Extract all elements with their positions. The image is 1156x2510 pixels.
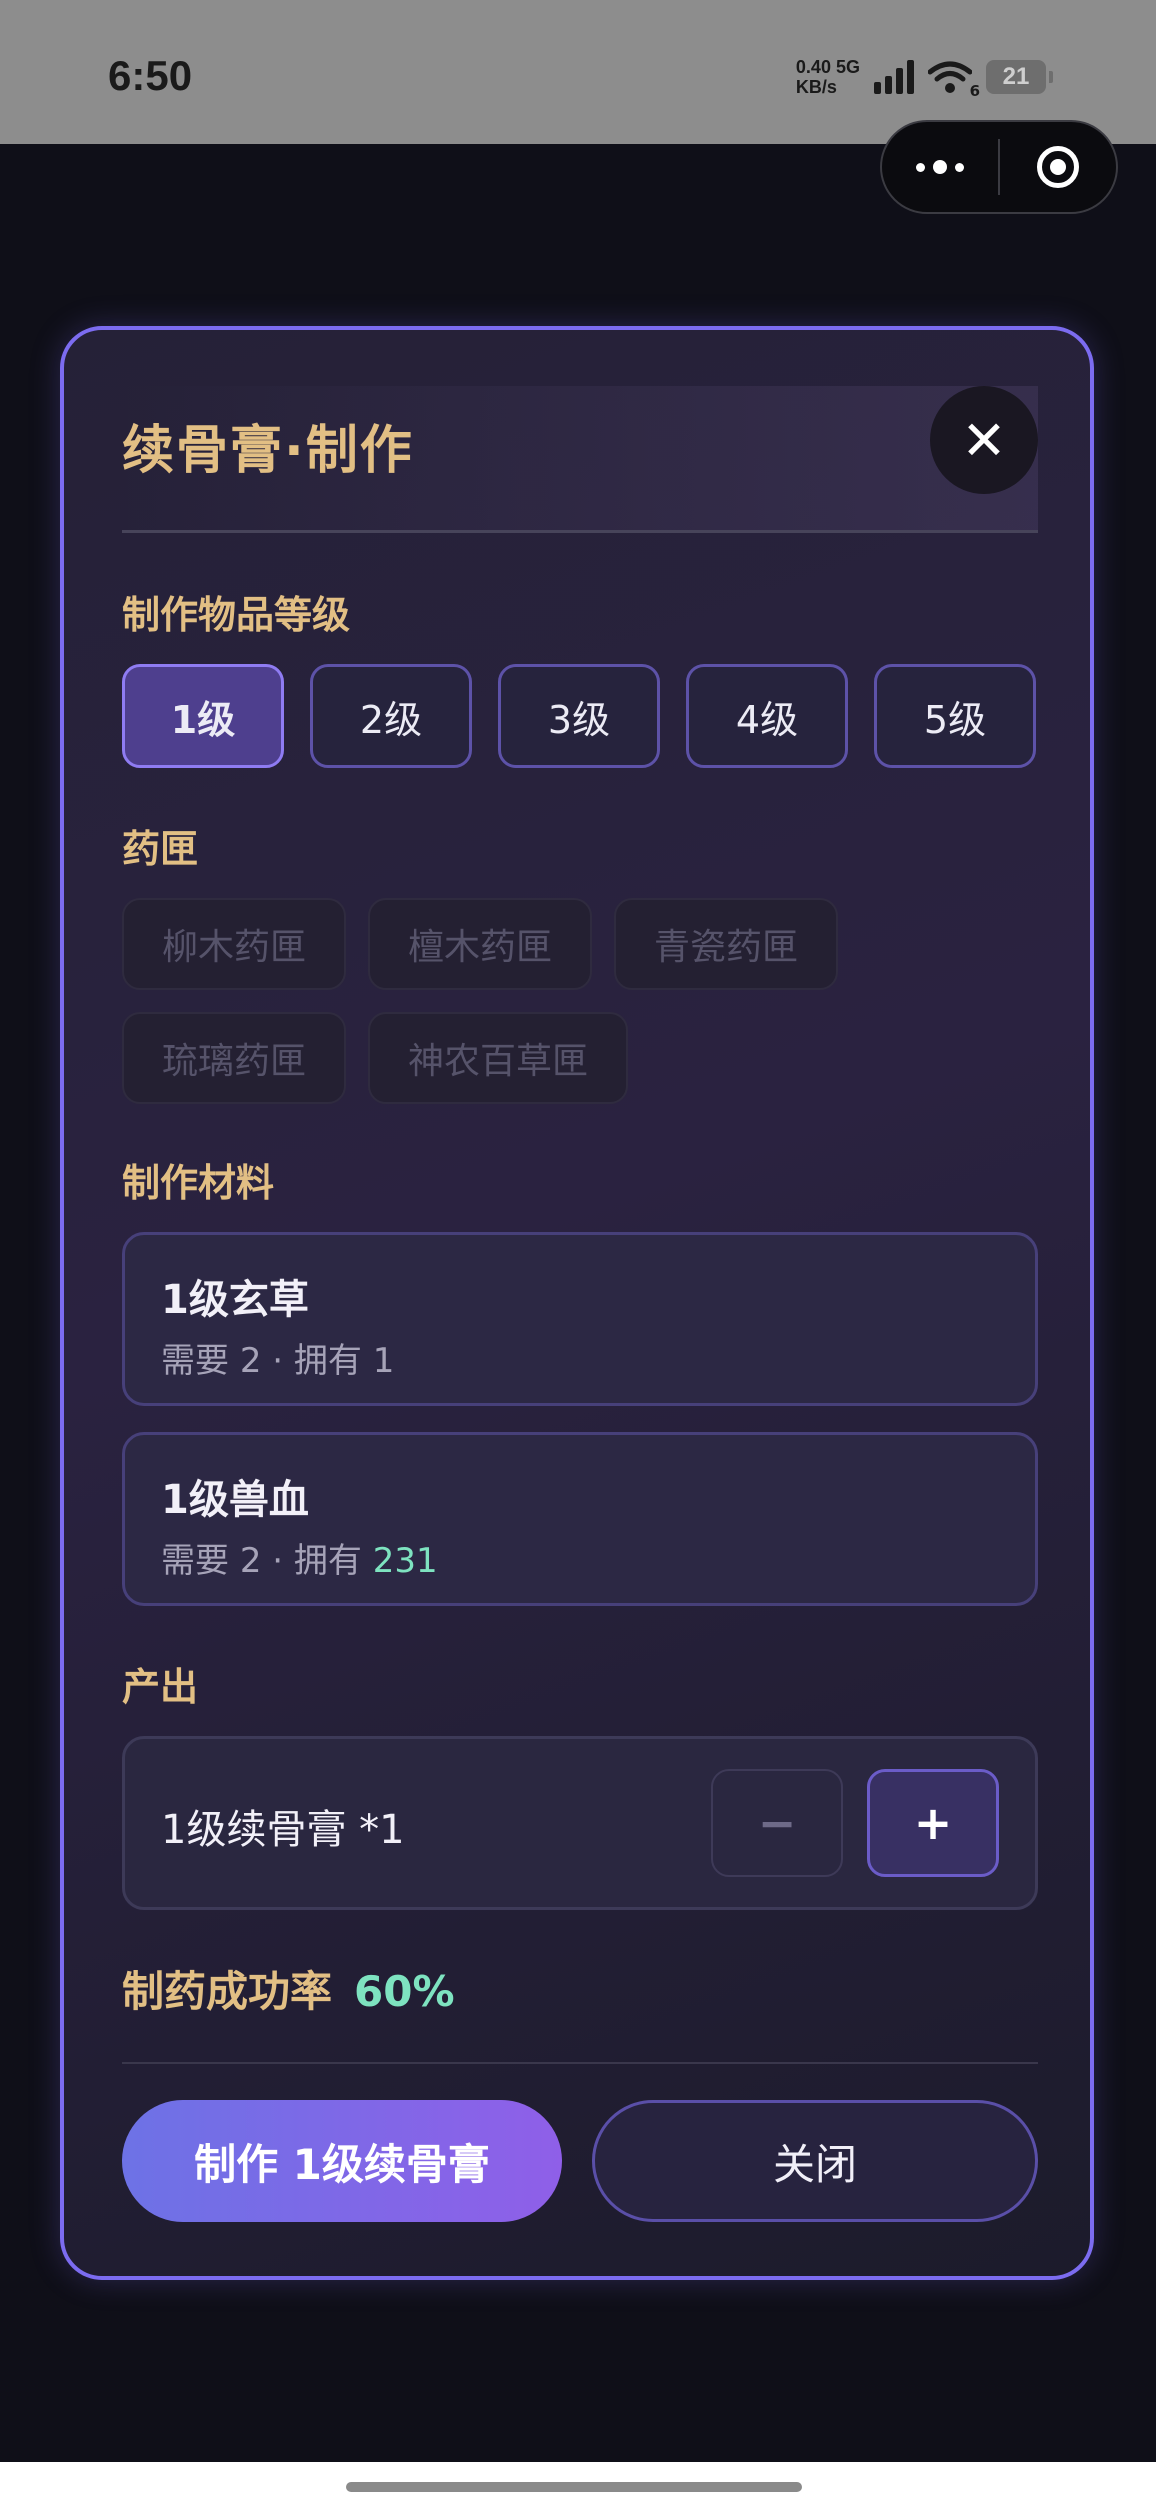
more-dots-icon[interactable] (882, 122, 998, 212)
success-rate: 制药成功率 60% (122, 1958, 455, 2019)
material-name: 1级玄草 (161, 1277, 309, 1323)
material-name: 1级兽血 (161, 1477, 309, 1523)
footer-divider (122, 2062, 1038, 2064)
wifi-sub: 6 (969, 82, 980, 100)
craft-modal: 续骨膏·制作 ✕ 制作物品等级 1级 2级 3级 4级 5级 药匣 柳木药匣 檀… (60, 326, 1094, 2280)
box-section-label: 药匣 (122, 827, 199, 871)
wifi-icon: 6 (927, 60, 980, 100)
target-icon (1037, 146, 1079, 188)
material-card: 1级玄草 需要 2 · 拥有 1 (122, 1232, 1038, 1406)
box-selector: 柳木药匣 檀木药匣 青瓷药匣 琉璃药匣 神农百草匣 (122, 898, 1038, 1126)
level-section-label: 制作物品等级 (122, 593, 351, 637)
level-button-5[interactable]: 5级 (874, 664, 1036, 768)
close-icon[interactable]: ✕ (930, 386, 1038, 494)
signal-icon (874, 60, 914, 94)
output-section-label: 产出 (122, 1665, 199, 1709)
level-button-2[interactable]: 2级 (310, 664, 472, 768)
box-chip-glass: 琉璃药匣 (122, 1012, 347, 1104)
network-type: 5G (835, 57, 860, 77)
material-info: 需要 2 · 拥有 231 (161, 1541, 438, 1581)
level-selector: 1级 2级 3级 4级 5级 (122, 664, 1038, 768)
miniprogram-capsule (880, 120, 1118, 214)
output-text: 1级续骨膏 *1 (161, 1807, 405, 1853)
capsule-close-button[interactable] (1000, 122, 1116, 212)
box-chip-sandalwood: 檀木药匣 (368, 898, 593, 990)
level-button-4[interactable]: 4级 (686, 664, 848, 768)
net-speed-value: 0.40 (795, 57, 831, 77)
material-have: 231 (372, 1541, 438, 1581)
box-chip-willow: 柳木药匣 (122, 898, 347, 990)
close-button[interactable]: 关闭 (592, 2100, 1038, 2222)
output-card: 1级续骨膏 *1 − + (122, 1736, 1038, 1910)
net-speed-unit: KB/s (795, 77, 837, 97)
battery-icon: 21 (986, 60, 1053, 94)
material-have: 1 (372, 1341, 395, 1381)
box-chip-celadon: 青瓷药匣 (614, 898, 839, 990)
home-indicator[interactable] (346, 2482, 802, 2492)
quantity-plus-button[interactable]: + (867, 1769, 999, 1877)
success-rate-label: 制药成功率 (122, 1967, 333, 2016)
material-info: 需要 2 · 拥有 1 (161, 1341, 395, 1381)
success-rate-value: 60% (354, 1967, 455, 2016)
level-button-1[interactable]: 1级 (122, 664, 284, 768)
box-chip-shennong: 神农百草匣 (368, 1012, 629, 1104)
materials-section-label: 制作材料 (122, 1161, 275, 1205)
level-button-3[interactable]: 3级 (498, 664, 660, 768)
modal-header: 续骨膏·制作 ✕ (122, 386, 1038, 533)
modal-title: 续骨膏·制作 (122, 421, 414, 481)
status-time: 6:50 (108, 52, 193, 99)
status-icons: 0.40 5G KB/s 6 21 (796, 52, 1053, 102)
make-button[interactable]: 制作 1级续骨膏 (122, 2100, 562, 2222)
battery-level: 21 (1002, 63, 1030, 90)
material-card: 1级兽血 需要 2 · 拥有 231 (122, 1432, 1038, 1606)
net-speed: 0.40 5G KB/s (796, 57, 860, 97)
quantity-minus-button[interactable]: − (711, 1769, 843, 1877)
